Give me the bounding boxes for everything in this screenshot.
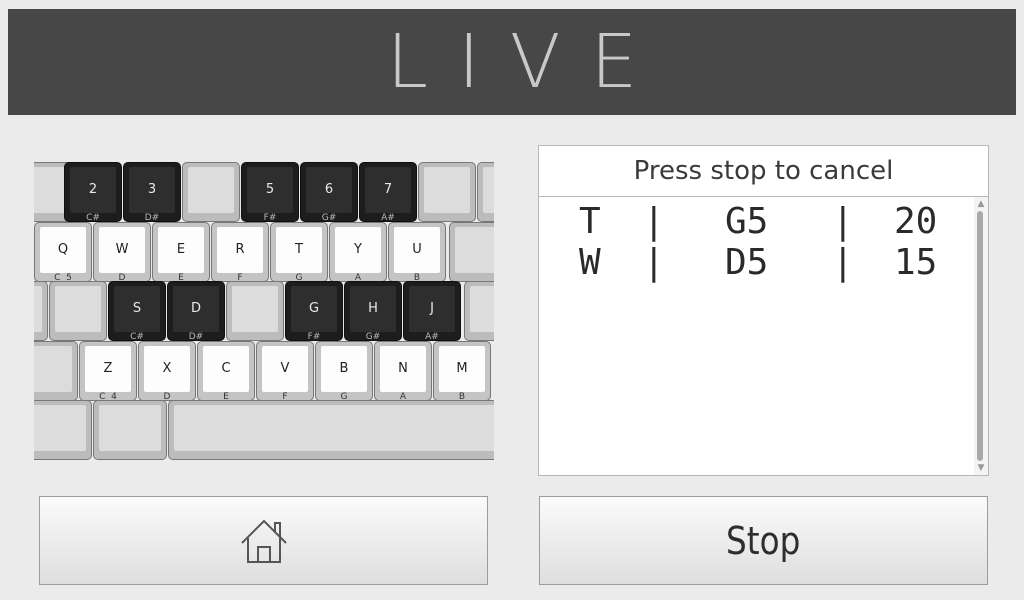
log-cell-value: 20	[894, 201, 938, 242]
key-blank	[168, 400, 494, 460]
key-w: WD	[93, 222, 151, 283]
key-blank	[418, 162, 476, 222]
log-row: T | G5 | 20	[539, 202, 974, 242]
key-d: D D#	[167, 281, 225, 342]
scroll-up-icon[interactable]: ▲	[974, 199, 988, 209]
key-v: VF	[256, 341, 314, 402]
key-t: TG	[270, 222, 328, 283]
stop-button[interactable]: Stop	[539, 496, 988, 585]
key-u: UB	[388, 222, 446, 283]
key-log-panel: Press stop to cancel T | G5 | 20 W | D5 | 15 ▲ ▼	[538, 145, 989, 476]
key-z: ZC 4	[79, 341, 137, 402]
key-label: C	[221, 360, 231, 376]
stop-button-label: Stop	[726, 518, 801, 563]
scroll-thumb[interactable]	[977, 211, 983, 461]
key-blank	[34, 341, 78, 401]
log-row: W | D5 | 15	[539, 243, 974, 283]
log-cell-note: D5	[725, 242, 769, 283]
page-title: LIVE	[386, 19, 668, 105]
key-blank	[226, 281, 284, 341]
home-button[interactable]	[39, 496, 488, 585]
key-j: J A#	[403, 281, 461, 342]
key-m: MB	[433, 341, 491, 402]
key-blank	[182, 162, 240, 222]
log-cell-sep1: |	[643, 242, 665, 283]
key-label: B	[339, 360, 349, 376]
key-label: 6	[324, 181, 334, 197]
key-2: 2 C#	[64, 162, 122, 223]
key-q: QC 5	[34, 222, 92, 283]
key-label: V	[280, 360, 290, 376]
key-label: Y	[354, 241, 362, 257]
key-6: 6 G#	[300, 162, 358, 223]
key-3: 3 D#	[123, 162, 181, 223]
log-list: T | G5 | 20 W | D5 | 15	[539, 197, 974, 475]
key-label: Q	[57, 241, 69, 257]
key-e: EE	[152, 222, 210, 283]
key-label: 2	[88, 181, 98, 197]
home-icon	[240, 519, 287, 563]
key-label: 5	[265, 181, 275, 197]
key-g: G F#	[285, 281, 343, 342]
log-cell-sep2: |	[832, 242, 854, 283]
log-cell-sep2: |	[832, 201, 854, 242]
key-blank	[93, 400, 167, 460]
log-cell-value: 15	[894, 242, 938, 283]
key-h: H G#	[344, 281, 402, 342]
log-cell-note: G5	[725, 201, 769, 242]
key-label: H	[368, 300, 378, 316]
log-scrollbar[interactable]: ▲ ▼	[974, 197, 988, 475]
key-y: YA	[329, 222, 387, 283]
key-label: G	[308, 300, 320, 316]
log-cell-key: W	[579, 242, 601, 283]
key-blank	[464, 281, 494, 341]
log-cell-sep1: |	[643, 201, 665, 242]
key-7: 7 A#	[359, 162, 417, 223]
key-label: E	[176, 241, 186, 257]
key-label: N	[398, 360, 408, 376]
key-label: S	[132, 300, 142, 316]
key-s: S C#	[108, 281, 166, 342]
key-label: Z	[103, 360, 113, 376]
key-label: D	[190, 300, 201, 316]
key-blank	[477, 162, 494, 222]
key-label: 3	[147, 181, 157, 197]
key-label: U	[412, 241, 422, 257]
key-label: J	[430, 300, 434, 316]
key-blank	[34, 400, 92, 460]
header-bar: LIVE	[8, 9, 1016, 115]
key-c: CE	[197, 341, 255, 402]
log-cell-key: T	[579, 201, 601, 242]
key-blank	[449, 222, 494, 282]
key-label: M	[456, 360, 468, 376]
scroll-down-icon[interactable]: ▼	[974, 463, 988, 473]
log-header: Press stop to cancel	[539, 146, 988, 197]
key-blank	[34, 281, 48, 341]
key-label: T	[295, 241, 303, 257]
key-x: XD	[138, 341, 196, 402]
key-label: W	[115, 241, 129, 257]
key-blank	[49, 281, 107, 341]
key-r: RF	[211, 222, 269, 283]
key-5: 5 F#	[241, 162, 299, 223]
key-b: BG	[315, 341, 373, 402]
key-label: 7	[383, 181, 393, 197]
key-label: X	[162, 360, 172, 376]
keyboard-diagram: 2 C# 3 D# 5 F# 6 G# 7 A# Q C 5 W D E E R F T G Y A U B S C# D D# G F#…	[34, 162, 494, 460]
key-label: R	[235, 241, 245, 257]
key-n: NA	[374, 341, 432, 402]
